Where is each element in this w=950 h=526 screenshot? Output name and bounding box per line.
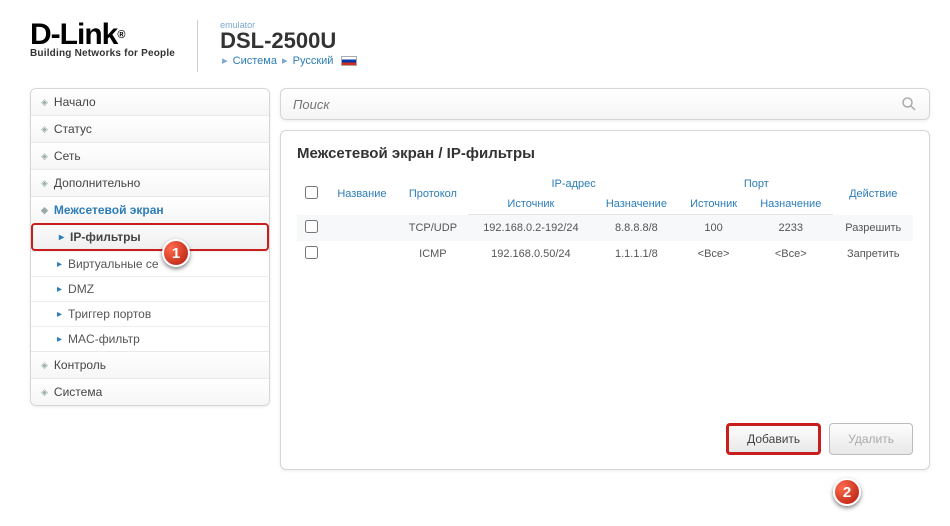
crumb-system[interactable]: Система xyxy=(233,55,277,67)
cell-port-dst: <Все> xyxy=(748,241,833,267)
caret-icon: ◈ xyxy=(41,151,48,162)
caret-icon: ◈ xyxy=(41,360,48,371)
arrow-right-icon: ▸ xyxy=(59,232,64,243)
search-bar xyxy=(280,88,930,120)
delete-button: Удалить xyxy=(829,423,913,455)
brand-logo: D-Link® Building Networks for People xyxy=(30,20,175,59)
row-checkbox[interactable] xyxy=(305,220,318,233)
th-port-group: Порт xyxy=(679,174,833,194)
annotation-badge-2: 2 xyxy=(833,478,861,506)
content-panel: Межсетевой экран / IP-фильтры Название П… xyxy=(280,130,930,470)
model-name: DSL-2500U xyxy=(220,30,356,52)
cell-name xyxy=(326,215,397,241)
arrow-right-icon: ▸ xyxy=(57,334,62,345)
sidebar-item-control[interactable]: ◈ Контроль xyxy=(31,351,269,378)
chevron-right-icon: ▸ xyxy=(222,55,228,67)
arrow-right-icon: ▸ xyxy=(57,259,62,270)
cell-port-src: <Все> xyxy=(679,241,748,267)
th-ip-dst[interactable]: Назначение xyxy=(594,194,679,215)
sidebar-label: Дополнительно xyxy=(54,176,140,190)
cell-ip-src: 192.168.0.50/24 xyxy=(468,241,594,267)
brand-reg: ® xyxy=(117,30,124,41)
header: D-Link® Building Networks for People emu… xyxy=(30,20,940,78)
sidebar-label: Начало xyxy=(54,95,96,109)
sidebar-sub-label: Виртуальные се xyxy=(68,257,158,271)
page-title: Межсетевой экран / IP-фильтры xyxy=(297,145,913,162)
sidebar-label: Сеть xyxy=(54,149,81,163)
sidebar-label: Статус xyxy=(54,122,92,136)
annotation-badge-1: 1 xyxy=(162,239,190,267)
arrow-right-icon: ▸ xyxy=(57,284,62,295)
sidebar-item-system[interactable]: ◈ Система xyxy=(31,378,269,405)
select-all-checkbox[interactable] xyxy=(305,186,318,199)
th-port-src[interactable]: Источник xyxy=(679,194,748,215)
brand-tagline: Building Networks for People xyxy=(30,48,175,59)
caret-icon: ◈ xyxy=(41,178,48,189)
sidebar-sub-port-trigger[interactable]: ▸ Триггер портов xyxy=(31,301,269,326)
cell-proto: ICMP xyxy=(398,241,468,267)
th-ip-group: IP-адрес xyxy=(468,174,679,194)
cell-action: Разрешить xyxy=(833,215,913,241)
cell-name xyxy=(326,241,397,267)
th-ip-src[interactable]: Источник xyxy=(468,194,594,215)
caret-icon: ◈ xyxy=(41,97,48,108)
caret-icon: ◈ xyxy=(41,387,48,398)
sidebar-label: Контроль xyxy=(54,358,106,372)
main-content: Межсетевой экран / IP-фильтры Название П… xyxy=(280,88,930,470)
search-icon[interactable] xyxy=(901,96,917,112)
row-checkbox[interactable] xyxy=(305,246,318,259)
search-input[interactable] xyxy=(293,97,901,112)
th-port-dst[interactable]: Назначение xyxy=(748,194,833,215)
chevron-right-icon: ▸ xyxy=(282,55,288,67)
sidebar-item-network[interactable]: ◈ Сеть xyxy=(31,142,269,169)
sidebar-sub-dmz[interactable]: ▸ DMZ xyxy=(31,276,269,301)
sidebar-item-advanced[interactable]: ◈ Дополнительно xyxy=(31,169,269,196)
sidebar-sub-label: IP-фильтры xyxy=(70,230,141,244)
th-action[interactable]: Действие xyxy=(833,174,913,215)
button-row: Добавить Удалить xyxy=(297,411,913,455)
sidebar-sub-label: DMZ xyxy=(68,282,94,296)
cell-ip-dst: 1.1.1.1/8 xyxy=(594,241,679,267)
sidebar-label: Система xyxy=(54,385,102,399)
cell-action: Запретить xyxy=(833,241,913,267)
cell-port-dst: 2233 xyxy=(748,215,833,241)
sidebar: ◈ Начало ◈ Статус ◈ Сеть ◈ Дополнительно ◆ Ме… xyxy=(30,88,270,406)
cell-port-src: 100 xyxy=(679,215,748,241)
th-name[interactable]: Название xyxy=(326,174,397,215)
rules-table: Название Протокол IP-адрес Порт Действие… xyxy=(297,174,913,267)
cell-proto: TCP/UDP xyxy=(398,215,468,241)
model-block: emulator DSL-2500U ▸ Система ▸ Русский xyxy=(220,20,356,67)
brand-name: D-Link xyxy=(30,20,117,50)
sidebar-sub-label: MAC-фильтр xyxy=(68,332,140,346)
sidebar-item-firewall[interactable]: ◆ Межсетевой экран xyxy=(31,196,269,223)
arrow-right-icon: ▸ xyxy=(57,309,62,320)
caret-icon: ◈ xyxy=(41,124,48,135)
add-button[interactable]: Добавить xyxy=(726,423,821,455)
sidebar-sub-virtual-servers[interactable]: ▸ Виртуальные се xyxy=(31,251,269,276)
table-row[interactable]: TCP/UDP 192.168.0.2-192/24 8.8.8.8/8 100… xyxy=(297,215,913,241)
cell-ip-dst: 8.8.8.8/8 xyxy=(594,215,679,241)
caret-down-icon: ◆ xyxy=(41,205,48,216)
header-divider xyxy=(197,20,198,72)
cell-ip-src: 192.168.0.2-192/24 xyxy=(468,215,594,241)
flag-ru-icon xyxy=(341,56,357,66)
sidebar-sub-label: Триггер портов xyxy=(68,307,151,321)
sidebar-sub-ip-filters[interactable]: ▸ IP-фильтры xyxy=(31,223,269,251)
th-proto[interactable]: Протокол xyxy=(398,174,468,215)
sidebar-item-home[interactable]: ◈ Начало xyxy=(31,89,269,115)
crumb-language[interactable]: Русский xyxy=(293,55,334,67)
sidebar-label: Межсетевой экран xyxy=(54,203,164,217)
sidebar-item-status[interactable]: ◈ Статус xyxy=(31,115,269,142)
table-row[interactable]: ICMP 192.168.0.50/24 1.1.1.1/8 <Все> <Вс… xyxy=(297,241,913,267)
sidebar-sub-mac-filter[interactable]: ▸ MAC-фильтр xyxy=(31,326,269,351)
breadcrumb: ▸ Система ▸ Русский xyxy=(220,54,356,67)
